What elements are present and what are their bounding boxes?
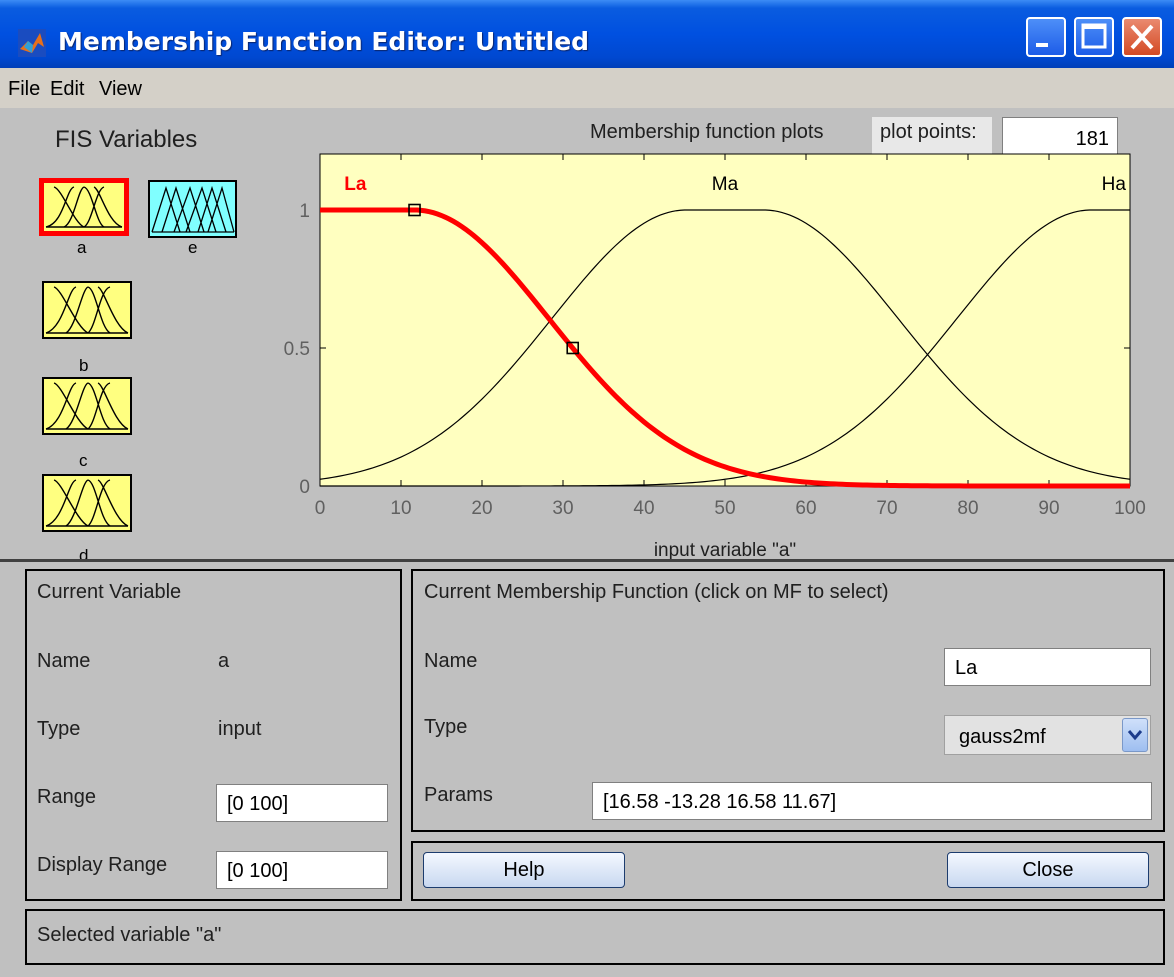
plots-title: Membership function plots <box>590 121 824 143</box>
mf-label-la[interactable]: La <box>344 174 367 195</box>
x-tick-label: 70 <box>876 498 897 519</box>
gaussian-mf-icon <box>45 382 129 430</box>
y-tick-label: 1 <box>299 201 310 222</box>
range-input[interactable]: [0 100] <box>216 784 388 822</box>
mf-editor-window: Membership Function Editor: Untitled Fil… <box>0 0 1174 977</box>
x-tick-label: 40 <box>633 498 654 519</box>
x-tick-label: 30 <box>552 498 573 519</box>
minimize-button[interactable] <box>1026 17 1066 57</box>
variable-e-icon[interactable] <box>148 180 237 238</box>
y-tick-label: 0 <box>299 477 310 498</box>
mf-params-input[interactable]: [16.58 -13.28 16.58 11.67] <box>592 782 1152 820</box>
x-tick-label: 80 <box>957 498 978 519</box>
mf-params-label: Params <box>424 784 493 806</box>
variable-e-label: e <box>188 238 198 257</box>
status-text: Selected variable "a" <box>37 924 222 946</box>
mf-label-ma[interactable]: Ma <box>712 174 739 195</box>
variable-d-icon[interactable] <box>42 474 132 532</box>
variable-name-value: a <box>218 650 230 672</box>
display-range-input[interactable]: [0 100] <box>216 851 388 889</box>
title-bar[interactable]: Membership Function Editor: Untitled <box>0 0 1174 68</box>
mf-name-input[interactable]: La <box>944 648 1151 686</box>
matlab-icon <box>18 29 46 57</box>
variable-b-label: b <box>79 356 89 375</box>
variable-a-label: a <box>77 238 87 257</box>
x-tick-label: 50 <box>714 498 735 519</box>
mf-type-value: gauss2mf <box>959 726 1046 748</box>
variable-d-label: d <box>79 546 89 565</box>
menu-view[interactable]: View <box>99 78 142 101</box>
variable-type-value: input <box>218 718 262 740</box>
close-button[interactable]: Close <box>947 852 1149 888</box>
variable-a-icon[interactable] <box>39 178 129 236</box>
section-divider <box>0 559 1174 562</box>
current-mf-heading: Current Membership Function (click on MF… <box>424 581 889 603</box>
close-window-button[interactable] <box>1122 17 1162 57</box>
y-tick-label: 0.5 <box>284 339 310 360</box>
variable-type-label: Type <box>37 718 81 740</box>
fis-variables-heading: FIS Variables <box>55 126 198 153</box>
membership-function-plot[interactable]: 0 10 20 30 40 50 60 70 80 90 100 0 0.5 1 input variabl… <box>270 150 1174 559</box>
x-tick-label: 60 <box>795 498 816 519</box>
triangular-mf-icon <box>151 185 235 233</box>
current-variable-heading: Current Variable <box>37 581 182 603</box>
x-tick-label: 0 <box>315 498 326 519</box>
x-tick-label: 10 <box>390 498 411 519</box>
range-label: Range <box>37 786 96 808</box>
maximize-button[interactable] <box>1074 17 1114 57</box>
help-button[interactable]: Help <box>423 852 625 888</box>
menu-bar <box>0 68 1174 108</box>
gaussian-mf-icon <box>45 286 129 334</box>
window-title: Membership Function Editor: Untitled <box>58 27 590 56</box>
mf-name-label: Name <box>424 650 478 672</box>
plot-area <box>319 153 1131 487</box>
display-range-label: Display Range <box>37 854 168 876</box>
mf-label-ha[interactable]: Ha <box>1102 174 1127 195</box>
gaussian-mf-icon <box>45 479 129 527</box>
variable-b-icon[interactable] <box>42 281 132 339</box>
mf-type-label: Type <box>424 716 468 738</box>
plot-points-label: plot points: <box>880 121 977 143</box>
x-tick-label: 20 <box>471 498 492 519</box>
x-tick-label: 100 <box>1114 498 1146 519</box>
chevron-down-icon[interactable] <box>1122 718 1148 752</box>
variable-c-icon[interactable] <box>42 377 132 435</box>
variable-c-label: c <box>79 451 88 470</box>
x-tick-label: 90 <box>1038 498 1059 519</box>
menu-file[interactable]: File <box>8 78 40 101</box>
gaussian-mf-icon <box>45 186 123 228</box>
menu-edit[interactable]: Edit <box>50 78 84 101</box>
variable-name-label: Name <box>37 650 91 672</box>
x-axis-label: input variable "a" <box>654 540 796 559</box>
mf-type-select[interactable]: gauss2mf <box>944 715 1151 755</box>
